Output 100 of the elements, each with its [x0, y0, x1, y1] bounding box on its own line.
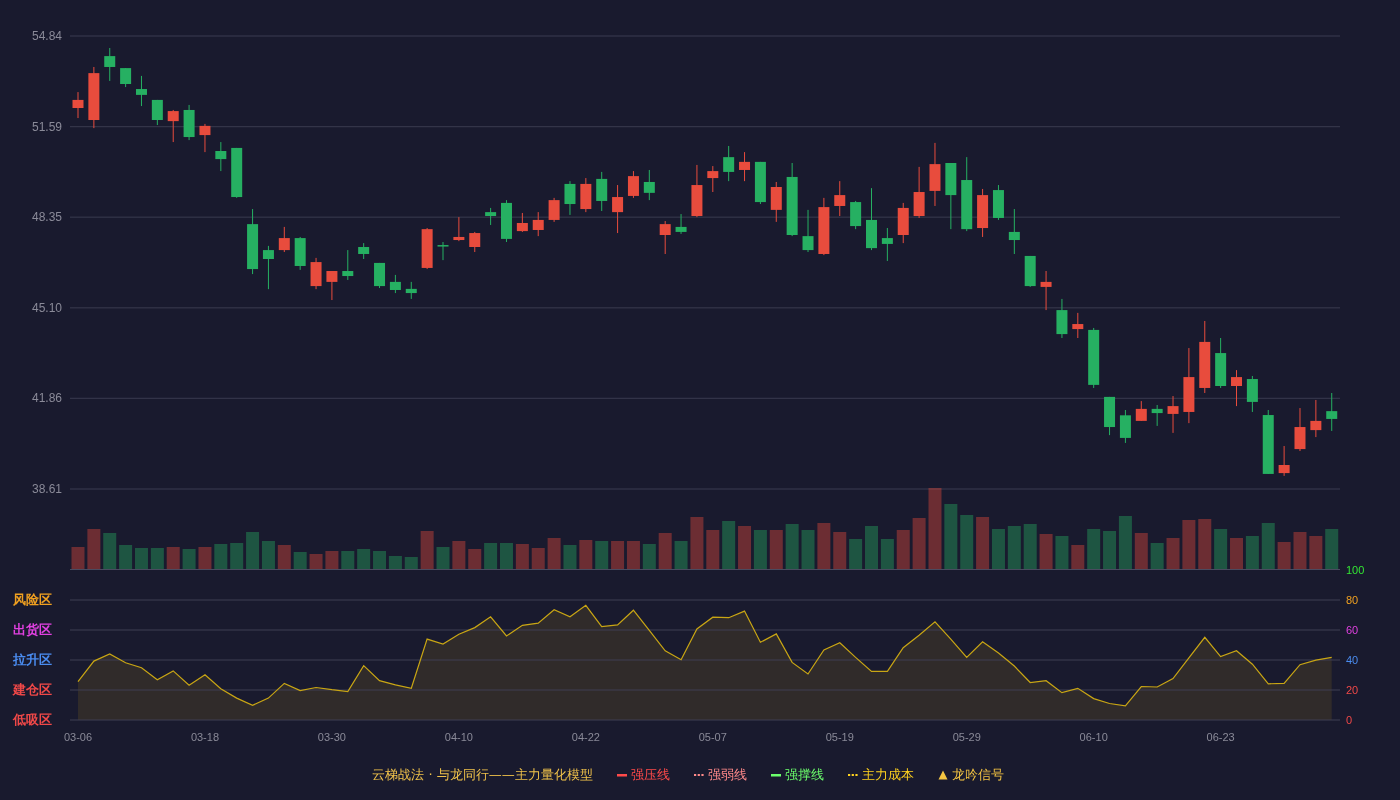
volume-bar	[595, 541, 609, 570]
volume-bar	[722, 521, 736, 570]
volume-bar	[753, 530, 767, 570]
candlestick	[802, 209, 814, 253]
volume-bar	[420, 531, 434, 570]
candlestick	[643, 169, 655, 201]
volume-bar	[515, 544, 529, 570]
volume-bar	[198, 547, 212, 570]
x-axis-label: 05-07	[698, 731, 727, 743]
candlestick	[770, 181, 782, 223]
volume-bar	[991, 529, 1005, 570]
volume-bar	[484, 543, 498, 570]
legend-label: 龙吟信号	[951, 766, 1004, 785]
y-axis-label: 51.59	[31, 119, 62, 134]
candlestick	[1056, 298, 1068, 339]
zone-label: 出货区	[13, 622, 52, 637]
volume-bar	[293, 552, 307, 570]
x-axis-label: 04-22	[571, 731, 600, 743]
volume-bar	[833, 532, 847, 570]
volume-bar	[785, 524, 799, 570]
volume-bar	[135, 548, 148, 570]
candlestick	[1246, 375, 1258, 413]
volume-bar	[1277, 542, 1291, 570]
candlestick	[294, 236, 306, 271]
candlestick	[897, 202, 909, 244]
volume-bar	[849, 539, 863, 570]
candlestick	[866, 187, 877, 251]
volume-bar	[547, 538, 561, 570]
volume-bar	[468, 549, 482, 570]
volume-bar	[246, 532, 260, 570]
candlestick	[389, 274, 401, 294]
x-axis-label: 05-29	[952, 731, 981, 743]
candlestick	[421, 227, 433, 270]
legend-label: 强弱线	[707, 766, 747, 785]
legend-label: 主力成本	[861, 766, 914, 785]
candlestick	[72, 91, 84, 119]
volume-bar	[531, 548, 545, 570]
volume-bar	[563, 545, 577, 570]
candlestick	[151, 99, 163, 126]
candlestick	[913, 166, 925, 219]
volume-bar	[388, 556, 402, 570]
candlestick	[1008, 208, 1020, 255]
volume-bar	[1309, 536, 1323, 570]
candlestick	[1040, 270, 1052, 311]
candlestick	[215, 141, 227, 172]
candlestick	[881, 227, 893, 262]
candlestick	[834, 180, 846, 217]
candlestick	[992, 184, 1004, 221]
candlestick	[548, 197, 560, 223]
volume-bar	[1245, 536, 1259, 570]
candlestick	[1262, 409, 1274, 475]
candlestick	[326, 270, 338, 301]
volume-bar	[690, 517, 704, 570]
y-axis-label: 54.84	[31, 29, 62, 43]
volume-bar	[1198, 519, 1212, 570]
volume-bar	[230, 543, 244, 570]
candlestick	[1119, 409, 1131, 444]
volume-bar	[1261, 523, 1275, 570]
volume-bar	[642, 544, 656, 570]
volume-bar	[626, 541, 640, 570]
candlestick	[167, 109, 179, 143]
zone-label: 拉升区	[13, 652, 52, 667]
volume-bar	[214, 544, 228, 570]
x-axis-label: 04-10	[444, 731, 473, 743]
volume-bar	[182, 549, 196, 570]
volume-bar	[1325, 529, 1339, 570]
candlestick	[120, 67, 132, 88]
volume-bar	[1166, 538, 1180, 570]
x-axis-label: 05-19	[825, 731, 854, 743]
y-axis-label: 40	[1346, 654, 1359, 666]
x-axis-label: 06-10	[1079, 731, 1108, 743]
volume-bar	[880, 539, 894, 570]
candlestick	[1231, 369, 1242, 407]
volume-bar	[277, 545, 291, 570]
volume-bar	[1103, 531, 1117, 570]
candlestick	[1215, 337, 1227, 389]
candlestick	[580, 177, 592, 213]
volume-bar	[166, 547, 180, 570]
volume-bar	[817, 523, 831, 570]
candlestick	[104, 47, 116, 82]
volume-bar	[452, 541, 466, 570]
y-axis-label: 80	[1346, 594, 1359, 606]
volume-bar	[976, 517, 990, 570]
candlestick	[818, 197, 830, 256]
volume-bar	[738, 526, 752, 570]
candlestick	[1326, 392, 1338, 432]
candlestick	[739, 151, 751, 182]
x-axis-label: 03-30	[317, 731, 346, 743]
volume-bar	[436, 547, 450, 570]
candlestick	[945, 162, 957, 230]
candlestick	[1024, 255, 1036, 288]
candlestick	[754, 161, 766, 205]
volume-bar	[896, 530, 910, 570]
zone-label: 低吸区	[13, 712, 52, 727]
y-axis-label: 60	[1346, 624, 1359, 636]
volume-bar	[865, 526, 878, 570]
volume-bar	[944, 504, 958, 570]
volume-bar	[341, 551, 355, 570]
candlestick	[469, 231, 481, 253]
candlestick	[675, 213, 687, 235]
